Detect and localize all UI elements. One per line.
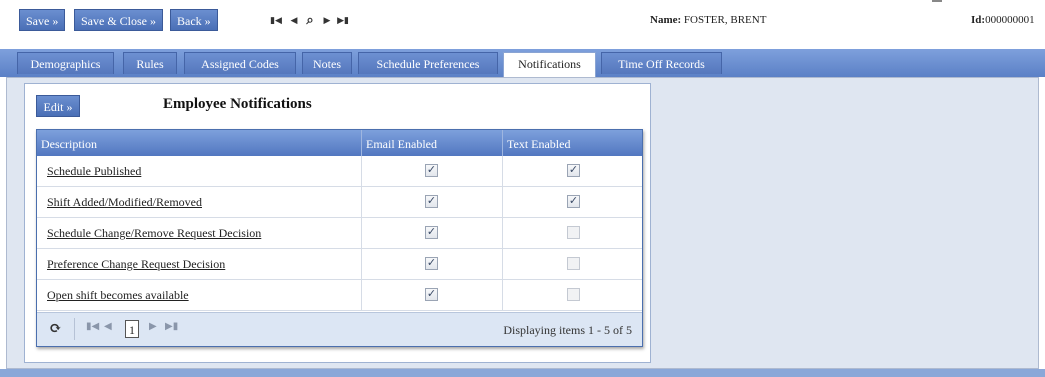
text-enabled-checkbox[interactable] — [567, 257, 580, 270]
text-enabled-checkbox[interactable]: ✓ — [567, 195, 580, 208]
column-divider — [502, 156, 503, 186]
table-row: Shift Added/Modified/Removed ✓ ✓ — [37, 187, 642, 218]
last-page-icon[interactable]: ▶▮ — [165, 321, 178, 332]
page-number-input[interactable]: 1 — [125, 320, 139, 338]
employee-name: Name: FOSTER, BRENT — [650, 14, 766, 26]
next-page-icon[interactable]: ▶ — [149, 321, 157, 332]
back-button[interactable]: Back » — [170, 9, 218, 31]
column-divider — [502, 187, 503, 217]
id-value: 000000001 — [985, 14, 1035, 26]
window-control-mark — [932, 0, 942, 2]
notification-description-link[interactable]: Shift Added/Modified/Removed — [47, 195, 202, 210]
text-enabled-checkbox[interactable] — [567, 288, 580, 301]
tab-schedule-preferences[interactable]: Schedule Preferences — [358, 52, 498, 74]
column-divider — [361, 249, 362, 279]
employee-id: Id:000000001 — [971, 14, 1035, 26]
page-title: Employee Notifications — [163, 96, 312, 112]
panel-bottom-bar — [0, 369, 1045, 377]
tab-bar: Demographics Rules Assigned Codes Notes … — [0, 49, 1045, 77]
notification-description-link[interactable]: Schedule Change/Remove Request Decision — [47, 226, 261, 241]
column-header-description[interactable]: Description — [37, 130, 361, 156]
first-page-icon[interactable]: ▮◀ — [86, 321, 99, 332]
prev-page-icon[interactable]: ◀ — [104, 321, 112, 332]
notification-description-link[interactable]: Preference Change Request Decision — [47, 257, 225, 272]
notifications-grid: Description Email Enabled Text Enabled S… — [36, 129, 643, 347]
column-divider — [361, 280, 362, 310]
tab-demographics[interactable]: Demographics — [17, 52, 114, 74]
save-button[interactable]: Save » — [19, 9, 66, 31]
email-enabled-checkbox[interactable]: ✓ — [425, 164, 438, 177]
email-enabled-checkbox[interactable]: ✓ — [425, 226, 438, 239]
pager-display-text: Displaying items 1 - 5 of 5 — [503, 323, 632, 337]
column-divider — [361, 156, 362, 186]
table-row: Preference Change Request Decision ✓ — [37, 249, 642, 280]
refresh-icon[interactable]: ⟳ — [49, 319, 62, 338]
email-enabled-checkbox[interactable]: ✓ — [425, 257, 438, 270]
column-header-email-enabled[interactable]: Email Enabled — [361, 130, 502, 156]
notification-description-link[interactable]: Open shift becomes available — [47, 288, 189, 303]
text-enabled-checkbox[interactable] — [567, 226, 580, 239]
text-enabled-checkbox[interactable]: ✓ — [567, 164, 580, 177]
tab-notes[interactable]: Notes — [302, 52, 352, 74]
name-label: Name: — [650, 14, 682, 26]
column-divider — [502, 280, 503, 310]
search-icon[interactable]: ⌕ — [303, 10, 317, 30]
column-divider — [502, 249, 503, 279]
notification-description-link[interactable]: Schedule Published — [47, 164, 141, 179]
table-row: Schedule Published ✓ ✓ — [37, 156, 642, 187]
prev-record-icon[interactable]: ◀ — [287, 10, 301, 30]
column-divider — [361, 218, 362, 248]
grid-pager: ⟳ ▮◀ ◀ 1 ▶ ▶▮ Displaying items 1 - 5 of … — [37, 312, 642, 346]
column-divider — [502, 218, 503, 248]
name-value: FOSTER, BRENT — [683, 14, 767, 26]
grid-header: Description Email Enabled Text Enabled — [37, 130, 642, 156]
table-row: Open shift becomes available ✓ — [37, 280, 642, 311]
tab-time-off-records[interactable]: Time Off Records — [601, 52, 722, 74]
email-enabled-checkbox[interactable]: ✓ — [425, 288, 438, 301]
id-label: Id: — [971, 14, 986, 26]
table-row: Schedule Change/Remove Request Decision ✓ — [37, 218, 642, 249]
first-record-icon[interactable]: ▮◀ — [269, 10, 283, 30]
tab-rules[interactable]: Rules — [123, 52, 177, 74]
save-close-button[interactable]: Save & Close » — [74, 9, 163, 31]
column-divider — [361, 187, 362, 217]
email-enabled-checkbox[interactable]: ✓ — [425, 195, 438, 208]
pager-divider — [74, 318, 75, 340]
last-record-icon[interactable]: ▶▮ — [336, 10, 350, 30]
column-header-text-enabled[interactable]: Text Enabled — [502, 130, 642, 156]
tab-notifications[interactable]: Notifications — [503, 52, 596, 77]
edit-button[interactable]: Edit » — [36, 95, 80, 117]
next-record-icon[interactable]: ▶ — [320, 10, 334, 30]
tab-assigned-codes[interactable]: Assigned Codes — [184, 52, 296, 74]
